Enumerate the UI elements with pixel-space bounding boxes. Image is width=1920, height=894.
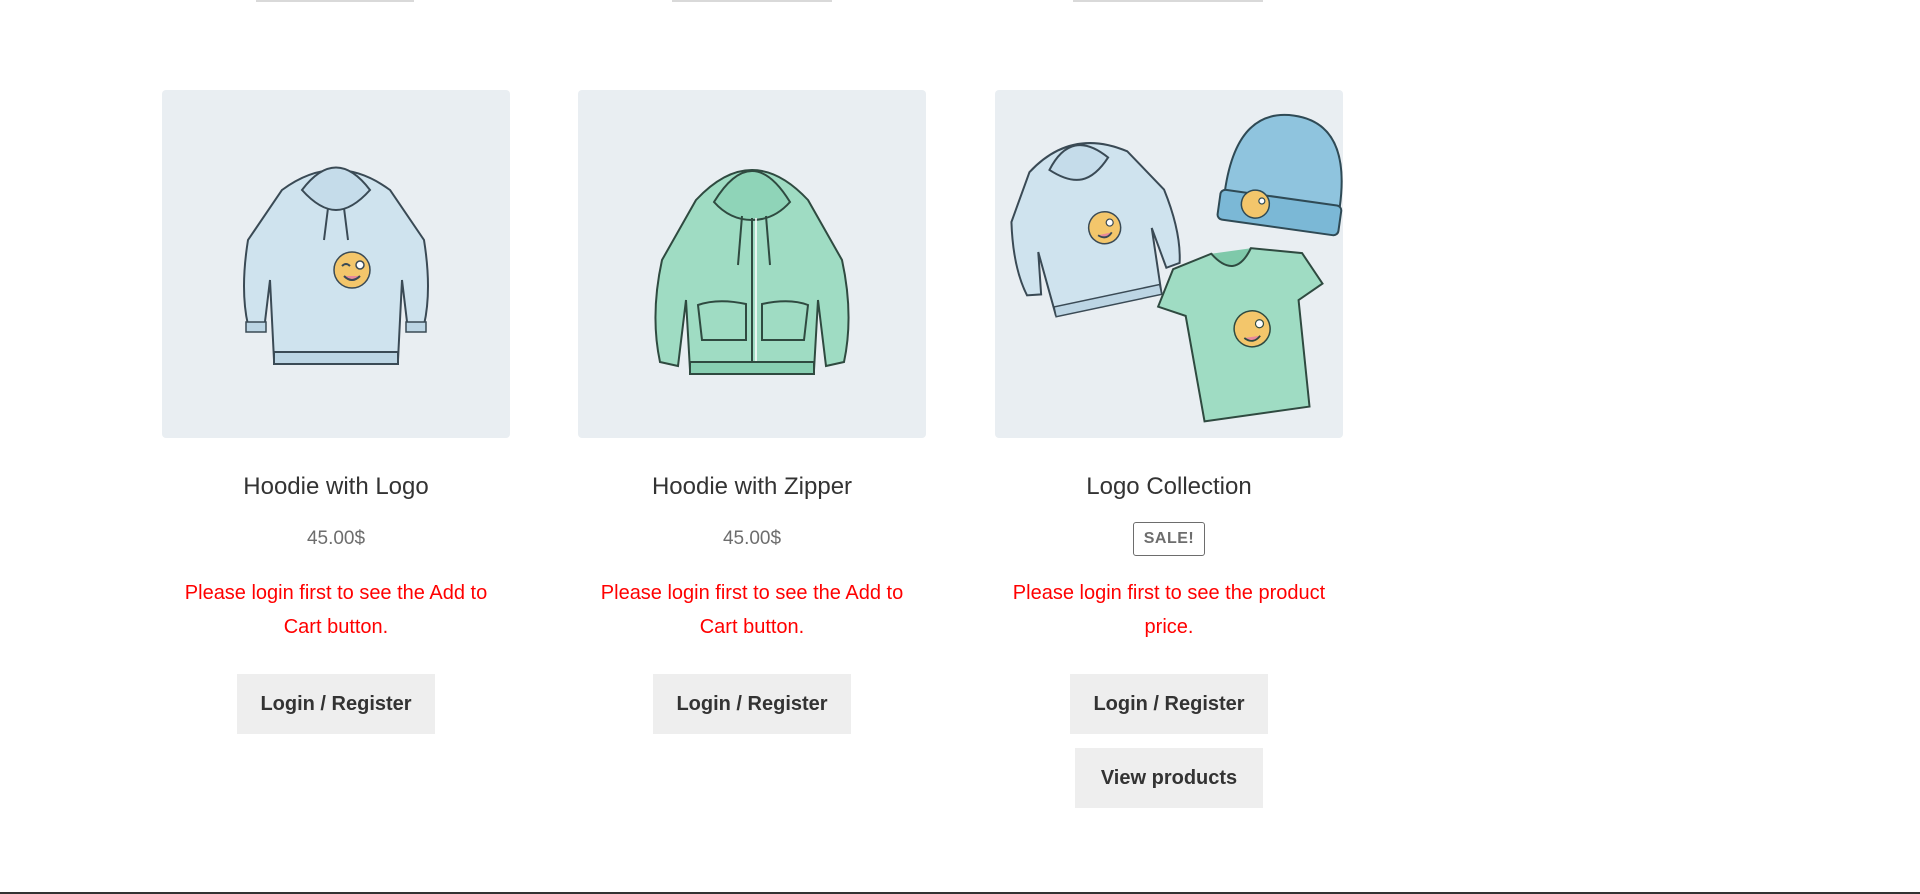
price-row: 45.00$ (578, 520, 926, 558)
product-card-logo-collection: Logo Collection SALE! Please login first… (995, 90, 1343, 808)
previous-row-button-edge (672, 0, 832, 2)
product-price: 45.00$ (722, 528, 782, 549)
shop-page: Hoodie with Logo 45.00$ Please login fir… (0, 0, 1920, 894)
logo-collection-image (1010, 113, 1343, 423)
product-image-hoodie-with-logo[interactable] (162, 90, 510, 438)
login-register-button[interactable]: Login / Register (1070, 674, 1268, 734)
previous-row-button-edge (256, 0, 414, 2)
login-register-button[interactable]: Login / Register (653, 674, 851, 734)
login-register-button[interactable]: Login / Register (237, 674, 435, 734)
login-notice: Please login first to see the Add to Car… (184, 582, 488, 638)
view-products-button[interactable]: View products (1075, 748, 1263, 808)
product-card-hoodie-with-zipper: Hoodie with Zipper 45.00$ Please login f… (578, 90, 926, 734)
product-image-logo-collection[interactable] (995, 90, 1343, 438)
product-price: 45.00$ (306, 528, 366, 549)
hoodie-with-logo-image (243, 166, 429, 365)
product-title[interactable]: Hoodie with Zipper (578, 472, 926, 502)
price-row: SALE! (995, 520, 1343, 558)
product-title[interactable]: Logo Collection (995, 472, 1343, 502)
product-title[interactable]: Hoodie with Logo (162, 472, 510, 502)
login-notice: Please login first to see the product pr… (1012, 582, 1326, 638)
product-card-hoodie-with-logo: Hoodie with Logo 45.00$ Please login fir… (162, 90, 510, 734)
hoodie-with-zipper-image (654, 169, 850, 375)
price-row: 45.00$ (162, 520, 510, 558)
previous-row-button-edge (1073, 0, 1263, 2)
product-image-hoodie-with-zipper[interactable] (578, 90, 926, 438)
sale-badge: SALE! (1132, 522, 1206, 556)
login-notice: Please login first to see the Add to Car… (600, 582, 904, 638)
